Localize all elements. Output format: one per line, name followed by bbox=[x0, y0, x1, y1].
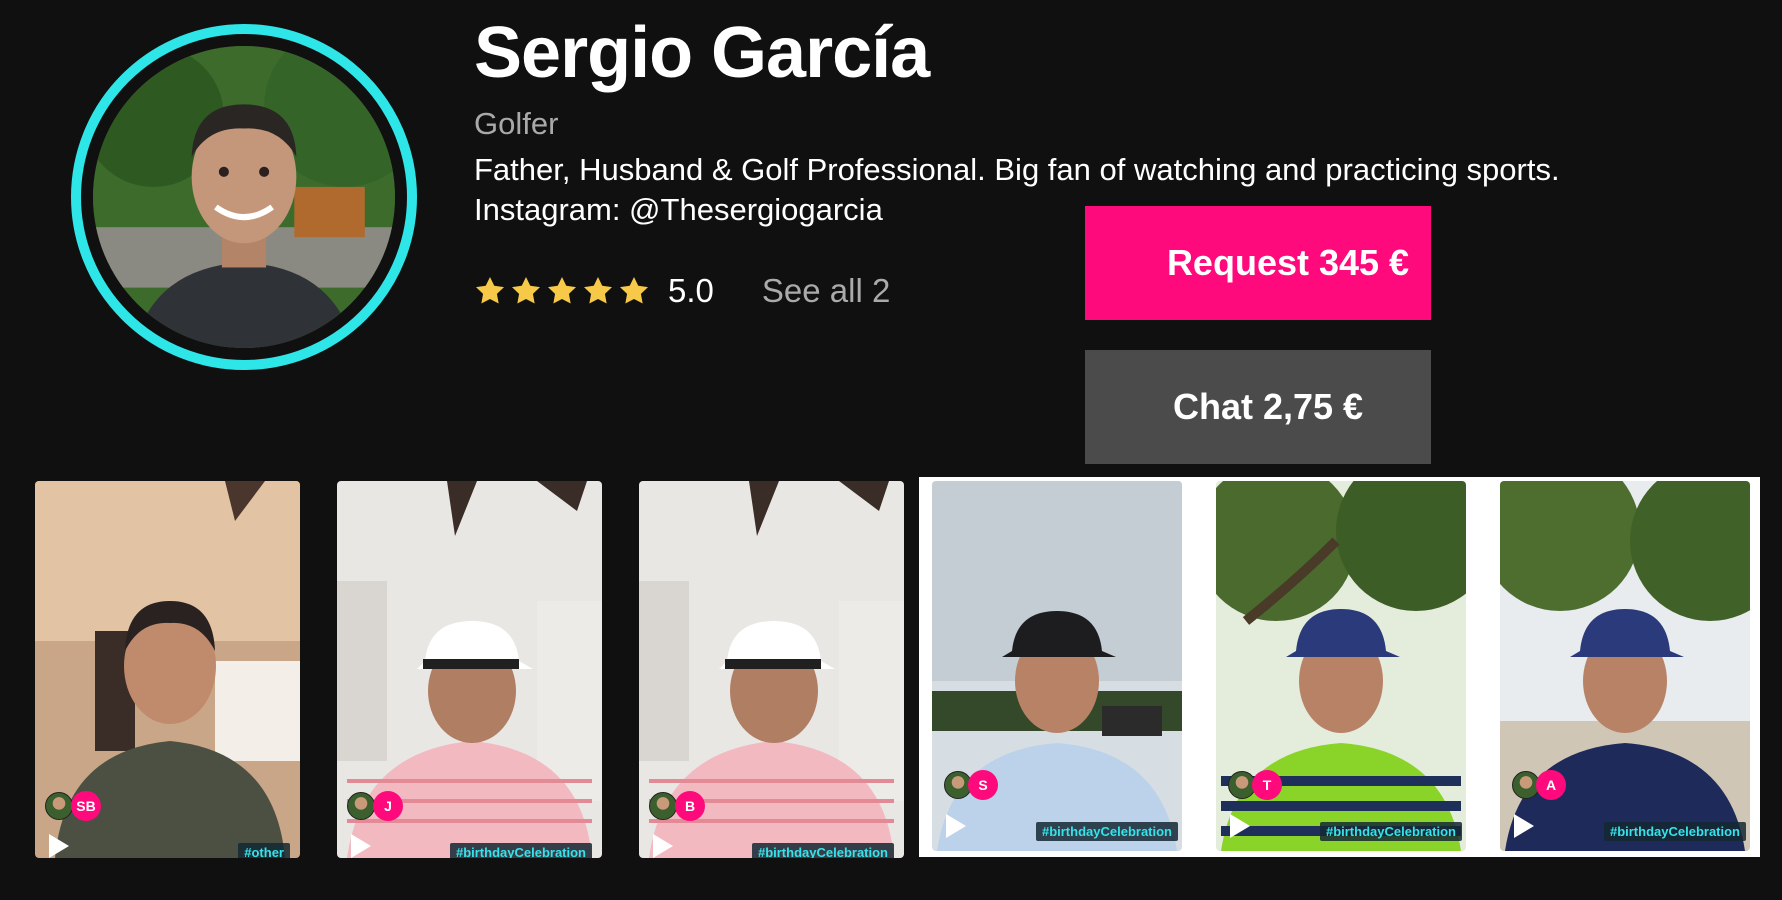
video-tag: #birthdayCelebration bbox=[449, 843, 592, 858]
video-thumbnail[interactable]: B #birthdayCelebration bbox=[639, 481, 904, 858]
play-icon[interactable] bbox=[49, 834, 69, 858]
video-preview-image bbox=[1216, 481, 1466, 851]
recipient-badge: A bbox=[1536, 770, 1566, 800]
video-thumbnail[interactable]: J #birthdayCelebration bbox=[337, 481, 602, 858]
star-icon bbox=[476, 277, 504, 304]
profile-avatar bbox=[93, 46, 395, 348]
star-icon bbox=[548, 277, 576, 304]
video-thumbnail[interactable]: A #birthdayCelebration bbox=[1500, 481, 1750, 851]
video-thumbnail[interactable]: T #birthdayCelebration bbox=[1216, 481, 1466, 851]
rating-score: 5.0 bbox=[668, 272, 714, 309]
star-icon bbox=[512, 277, 540, 304]
play-icon[interactable] bbox=[1514, 814, 1534, 838]
profile-role: Golfer bbox=[474, 106, 559, 141]
video-preview-image bbox=[932, 481, 1182, 851]
video-tag: #birthdayCelebration bbox=[1603, 822, 1746, 841]
video-thumbnail[interactable]: SB #other bbox=[35, 481, 300, 858]
video-thumbnail[interactable]: S #birthdayCelebration bbox=[932, 481, 1182, 851]
play-icon[interactable] bbox=[946, 814, 966, 838]
play-icon[interactable] bbox=[653, 834, 673, 858]
request-button[interactable]: Request 345 € bbox=[1085, 206, 1431, 320]
creator-avatar bbox=[45, 792, 73, 820]
profile-name: Sergio García bbox=[474, 13, 930, 93]
video-tag: #birthdayCelebration bbox=[751, 843, 894, 858]
video-tag: #other bbox=[238, 843, 290, 858]
bio-text: Father, Husband & Golf Professional. Big… bbox=[474, 152, 1560, 187]
video-preview-image bbox=[1500, 481, 1750, 851]
creator-avatar bbox=[649, 792, 677, 820]
rating-row: 5.0 See all 2 bbox=[474, 268, 890, 314]
recipient-badge: J bbox=[373, 791, 403, 821]
chat-button[interactable]: Chat 2,75 € bbox=[1085, 350, 1431, 464]
profile-avatar-ring bbox=[71, 24, 417, 370]
see-all-reviews-link[interactable]: See all 2 bbox=[762, 272, 890, 310]
creator-avatar bbox=[347, 792, 375, 820]
video-tag: #birthdayCelebration bbox=[1319, 822, 1462, 841]
star-icon bbox=[620, 277, 648, 304]
avatar-photo bbox=[93, 46, 395, 348]
recipient-badge: S bbox=[968, 770, 998, 800]
recipient-badge: T bbox=[1252, 770, 1282, 800]
rating-stars bbox=[474, 275, 650, 307]
video-tag: #birthdayCelebration bbox=[1035, 822, 1178, 841]
star-icon bbox=[584, 277, 612, 304]
recipient-badge: B bbox=[675, 791, 705, 821]
recipient-badge: SB bbox=[71, 791, 101, 821]
play-icon[interactable] bbox=[351, 834, 371, 858]
play-icon[interactable] bbox=[1230, 814, 1250, 838]
